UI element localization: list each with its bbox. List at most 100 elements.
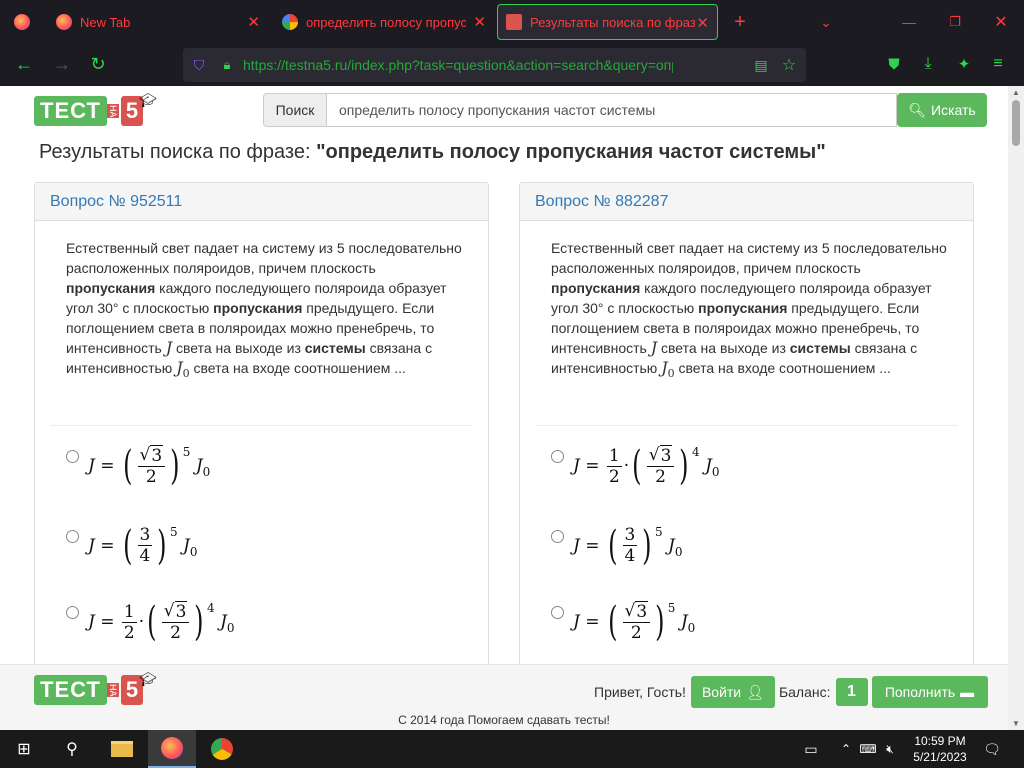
close-tab-icon[interactable]: ✕	[473, 13, 486, 31]
formula-text: 5	[169, 525, 178, 539]
footer-account: Привет, Гость! Войти 👤︎ Баланс: 1 Пополн…	[594, 676, 988, 708]
question-header-link[interactable]: Вопрос № 952511	[35, 183, 488, 221]
copyright-text: С 2014 года Помогаем сдавать тесты!	[398, 713, 610, 727]
clock[interactable]: 10:59 PM 5/21/2023	[900, 733, 980, 765]
formula-text: J	[182, 535, 190, 556]
reload-icon[interactable]: ↻	[86, 52, 110, 76]
close-tab-icon[interactable]: ✕	[247, 13, 260, 31]
question-text: Естественный свет падает на систему из 5…	[66, 238, 466, 384]
question-text: Естественный свет падает на систему из 5…	[551, 238, 951, 384]
firefox-icon	[14, 14, 30, 30]
site-logo[interactable]: ТЕСТ НА 5 🎓︎	[34, 92, 157, 126]
scroll-down-arrow-icon[interactable]: ▼	[1012, 719, 1020, 728]
answer-radio[interactable]	[66, 606, 79, 619]
left-paren: (	[123, 522, 133, 569]
clock-date: 5/21/2023	[913, 750, 967, 764]
scrollbar-thumb[interactable]	[1012, 100, 1020, 146]
login-button-label: Войти	[701, 684, 742, 700]
answer-radio[interactable]	[551, 450, 564, 463]
url-text[interactable]: https://testna5.ru/index.php?task=questi…	[243, 57, 673, 73]
close-window-icon[interactable]: ✕	[990, 10, 1012, 34]
left-paren: (	[608, 599, 618, 645]
balance-badge: 1	[835, 678, 868, 706]
tab-label: определить полосу пропуска	[306, 14, 466, 30]
minimize-icon[interactable]: —	[898, 10, 920, 34]
balance-label: Баланс:	[778, 684, 831, 700]
scroll-up-arrow-icon[interactable]: ▲	[1012, 88, 1020, 97]
file-explorer-icon[interactable]	[98, 730, 146, 768]
formula-text: 4	[692, 445, 700, 459]
notifications-icon[interactable]: 🗨︎	[980, 730, 1004, 768]
firefox-pinned-tab[interactable]	[4, 4, 40, 40]
close-tab-icon[interactable]: ✕	[696, 14, 709, 32]
formula-text: J	[705, 456, 712, 476]
download-icon[interactable]: ⤓	[916, 52, 940, 76]
answer-formula: J = (√ 3 2) 5 J0	[573, 601, 695, 643]
answer-radio[interactable]	[551, 530, 564, 543]
formula-text: 0	[226, 621, 235, 635]
user-icon: 👤︎	[746, 683, 764, 700]
formula-text: 5	[654, 525, 663, 539]
list-tabs-chevron-icon[interactable]: ⌄	[816, 10, 836, 34]
right-paren: )	[194, 599, 204, 645]
formula-text: 4	[624, 546, 636, 566]
back-arrow-icon[interactable]: ←	[12, 52, 36, 76]
restore-icon[interactable]: ❐	[944, 10, 966, 34]
fraction: 12	[606, 446, 622, 487]
formula-text: √	[139, 445, 151, 465]
answer-radio[interactable]	[551, 606, 564, 619]
network-icon[interactable]: ⌨︎	[858, 730, 878, 768]
search-button[interactable]: 🔍︎ Искать	[897, 93, 987, 127]
formula-text: =	[100, 612, 115, 632]
extensions-icon[interactable]: ✦	[952, 52, 976, 76]
answer-radio[interactable]	[66, 450, 79, 463]
tab-search-results[interactable]: Результаты поиска по фразе « ✕	[497, 4, 718, 40]
address-bar[interactable]: ⛉ 🔒︎ https://testna5.ru/index.php?task=q…	[183, 48, 806, 82]
volume-muted-icon[interactable]: 🔇︎	[880, 730, 900, 768]
shield-icon[interactable]: ⛉	[189, 55, 209, 75]
windows-start-icon[interactable]: ⊞	[0, 730, 48, 768]
pocket-icon[interactable]: ⛊	[882, 52, 906, 76]
tab-google-search[interactable]: определить полосу пропуска ✕	[274, 4, 494, 40]
right-paren: )	[679, 443, 689, 489]
question-header-link[interactable]: Вопрос № 882287	[520, 183, 973, 221]
login-button[interactable]: Войти 👤︎	[690, 676, 775, 708]
bookmark-star-icon[interactable]: ☆	[779, 55, 799, 75]
google-icon	[282, 14, 298, 30]
page-scrollbar[interactable]: ▲ ▼	[1008, 86, 1024, 730]
formula-text: 3	[150, 445, 164, 466]
highlight-word: пропускания	[551, 280, 641, 296]
answer-radio[interactable]	[66, 530, 79, 543]
answer-formula: J = (3 4) 5 J0	[573, 525, 682, 566]
question-card: Вопрос № 882287 Естественный свет падает…	[519, 182, 974, 730]
chevron-up-icon[interactable]: ⌃	[836, 730, 856, 768]
credit-card-icon: ▬	[960, 684, 975, 700]
left-paren: (	[123, 443, 133, 489]
lock-icon[interactable]: 🔒︎	[217, 55, 237, 75]
menu-hamburger-icon[interactable]: ≡	[986, 52, 1010, 76]
divider	[50, 425, 473, 426]
fraction: 34	[137, 525, 153, 566]
forward-arrow-icon[interactable]: →	[50, 52, 74, 76]
action-center-input-icon[interactable]: ▭	[798, 730, 824, 768]
formula-text: =	[100, 535, 115, 556]
search-icon[interactable]: ⚲	[48, 730, 96, 768]
logo-na-text: НА	[106, 682, 119, 698]
reader-view-icon[interactable]: ▤	[751, 55, 771, 75]
question-text-part: света на входе соотношением ...	[189, 360, 406, 376]
footer-logo[interactable]: ТЕСТ НА 5 🎓︎	[34, 671, 157, 705]
topup-button[interactable]: Пополнить ▬	[871, 676, 988, 708]
left-paren: (	[608, 522, 618, 569]
new-tab-icon[interactable]: +	[730, 10, 750, 34]
clock-time: 10:59 PM	[914, 734, 966, 748]
browser-nav-bar: ← → ↻ ⛉ 🔒︎ https://testna5.ru/index.php?…	[0, 44, 1024, 86]
firefox-taskbar-icon[interactable]	[148, 730, 196, 768]
browser-tab-bar: New Tab ✕ определить полосу пропуска ✕ Р…	[0, 0, 1024, 44]
tab-new-tab[interactable]: New Tab ✕	[48, 4, 268, 40]
chrome-taskbar-icon[interactable]	[198, 730, 246, 768]
formula-text: 4	[207, 601, 215, 615]
formula-text: 2	[608, 466, 620, 487]
right-paren: )	[642, 522, 652, 569]
search-input[interactable]: определить полосу пропускания частот сис…	[327, 93, 897, 127]
topup-button-label: Пополнить	[884, 684, 956, 700]
